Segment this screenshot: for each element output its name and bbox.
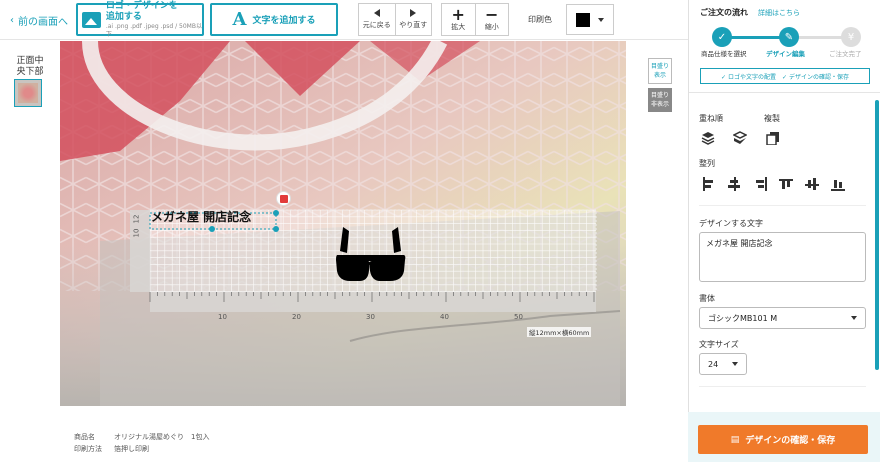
flow-notes: ✓ ロゴや文字の配置 ✓ デザインの確認・保存 — [700, 68, 870, 84]
ruler-tick-label: 10 — [132, 228, 141, 238]
chevron-left-icon: ‹ — [10, 15, 14, 26]
undo-button[interactable]: 元に戻る — [359, 4, 395, 35]
align-top-icon[interactable] — [779, 177, 793, 191]
ruler-tick-label: 30 — [366, 313, 375, 321]
font-size-label: 文字サイズ — [699, 340, 739, 349]
duplicate-label: 複製 — [764, 114, 780, 123]
ruler-tick-label: 10 — [218, 313, 227, 321]
order-steps: ✓ ✎ ¥ 商品仕様を選択 デザイン編集 ご注文完了 — [689, 24, 880, 64]
detail-link[interactable]: 詳細はこちら — [758, 8, 800, 18]
view-label: 正面中 央下部 — [16, 56, 44, 77]
flow-note: ✓ ロゴや文字の配置 — [721, 73, 776, 81]
font-select[interactable]: ゴシックMB101 M — [699, 307, 866, 329]
align-left-icon[interactable] — [701, 177, 715, 191]
text-icon: A — [232, 9, 247, 30]
color-swatch — [576, 12, 590, 27]
design-text-element[interactable]: メガネ屋 開店記念 — [151, 208, 251, 225]
align-center-icon[interactable] — [727, 177, 741, 191]
duplicate-icon[interactable] — [766, 131, 780, 145]
product-preview — [60, 41, 626, 406]
align-right-icon[interactable] — [753, 177, 767, 191]
print-color-label: 印刷色 — [528, 15, 552, 24]
undo-redo-group: 元に戻る やり直す — [358, 3, 432, 36]
product-info: 商品名 オリジナル湯屋めぐり 1包入 印刷方法 箔押し印刷 — [74, 433, 210, 453]
font-size-select[interactable]: 24 — [699, 353, 747, 375]
minus-icon: − — [485, 4, 499, 24]
layer-order-label: 重ね順 — [699, 114, 723, 123]
bring-forward-icon[interactable] — [701, 131, 715, 145]
ruler-tick-label: 20 — [292, 313, 301, 321]
view-thumbnail[interactable] — [14, 79, 42, 107]
save-design-button[interactable]: ▤ デザインの確認・保存 — [698, 425, 868, 454]
view-selector: 正面中 央下部 — [0, 41, 60, 462]
panel-scrollbar[interactable] — [875, 100, 879, 370]
flow-note: ✓ デザインの確認・保存 — [782, 73, 849, 81]
print-color-select[interactable] — [566, 4, 614, 35]
design-text-input[interactable]: メガネ屋 開店記念 — [699, 232, 866, 282]
font-label: 書体 — [699, 294, 715, 303]
top-toolbar: ‹ 前の画面へ ロゴ・デザインを 追加する .ai .png .pdf .jpe… — [0, 0, 688, 40]
yen-icon: ¥ — [841, 27, 861, 47]
plus-icon: + — [451, 4, 465, 24]
step-label: ご注文完了 — [829, 50, 862, 58]
chevron-down-icon — [732, 362, 738, 366]
add-text-button[interactable]: A 文字を追加する — [210, 3, 338, 36]
ruler-tick-label: 40 — [440, 313, 449, 321]
step-label: 商品仕様を選択 — [701, 50, 747, 58]
undo-icon — [373, 9, 380, 17]
pencil-icon: ✎ — [779, 27, 799, 47]
ruler-tick-label: 50 — [514, 313, 523, 321]
align-bottom-icon[interactable] — [831, 177, 845, 191]
chevron-down-icon — [598, 17, 604, 22]
grid-toggle: 目盛り表示 目盛り非表示 — [648, 58, 672, 112]
back-link[interactable]: ‹ 前の画面へ — [10, 13, 68, 28]
grid-hide-button[interactable]: 目盛り非表示 — [648, 88, 672, 112]
redo-icon — [410, 9, 417, 17]
add-logo-button[interactable]: ロゴ・デザインを 追加する .ai .png .pdf .jpeg .psd /… — [76, 1, 204, 38]
ruler-tick-label: 12 — [132, 214, 141, 224]
design-text-label: デザインする文字 — [699, 219, 763, 228]
trash-icon — [279, 194, 288, 203]
zoom-in-button[interactable]: + 拡大 — [442, 4, 475, 35]
order-flow-header: ご注文の流れ 詳細はこちら ✓ ✎ ¥ 商品仕様を選択 デザイン編集 ご注文完了… — [689, 0, 880, 93]
zoom-out-button[interactable]: − 縮小 — [474, 4, 509, 35]
size-label: 縦12mm×横60mm — [527, 327, 592, 337]
align-middle-icon[interactable] — [805, 177, 819, 191]
check-icon: ✓ — [712, 27, 732, 47]
document-icon: ▤ — [730, 434, 740, 445]
zoom-group: + 拡大 − 縮小 — [441, 3, 509, 36]
send-backward-icon[interactable] — [733, 131, 747, 145]
delete-element-button[interactable] — [276, 191, 291, 206]
step-label: デザイン編集 — [766, 50, 805, 58]
align-label: 整列 — [699, 159, 715, 168]
image-icon — [82, 11, 101, 28]
redo-button[interactable]: やり直す — [394, 4, 432, 35]
editor-panel: ご注文の流れ 詳細はこちら ✓ ✎ ¥ 商品仕様を選択 デザイン編集 ご注文完了… — [688, 0, 880, 462]
chevron-down-icon — [851, 316, 857, 320]
design-canvas[interactable]: メガネ屋 開店記念 縦12mm×横60mm 10 20 30 40 50 12 10 — [60, 41, 626, 406]
grid-show-button[interactable]: 目盛り表示 — [648, 58, 672, 84]
